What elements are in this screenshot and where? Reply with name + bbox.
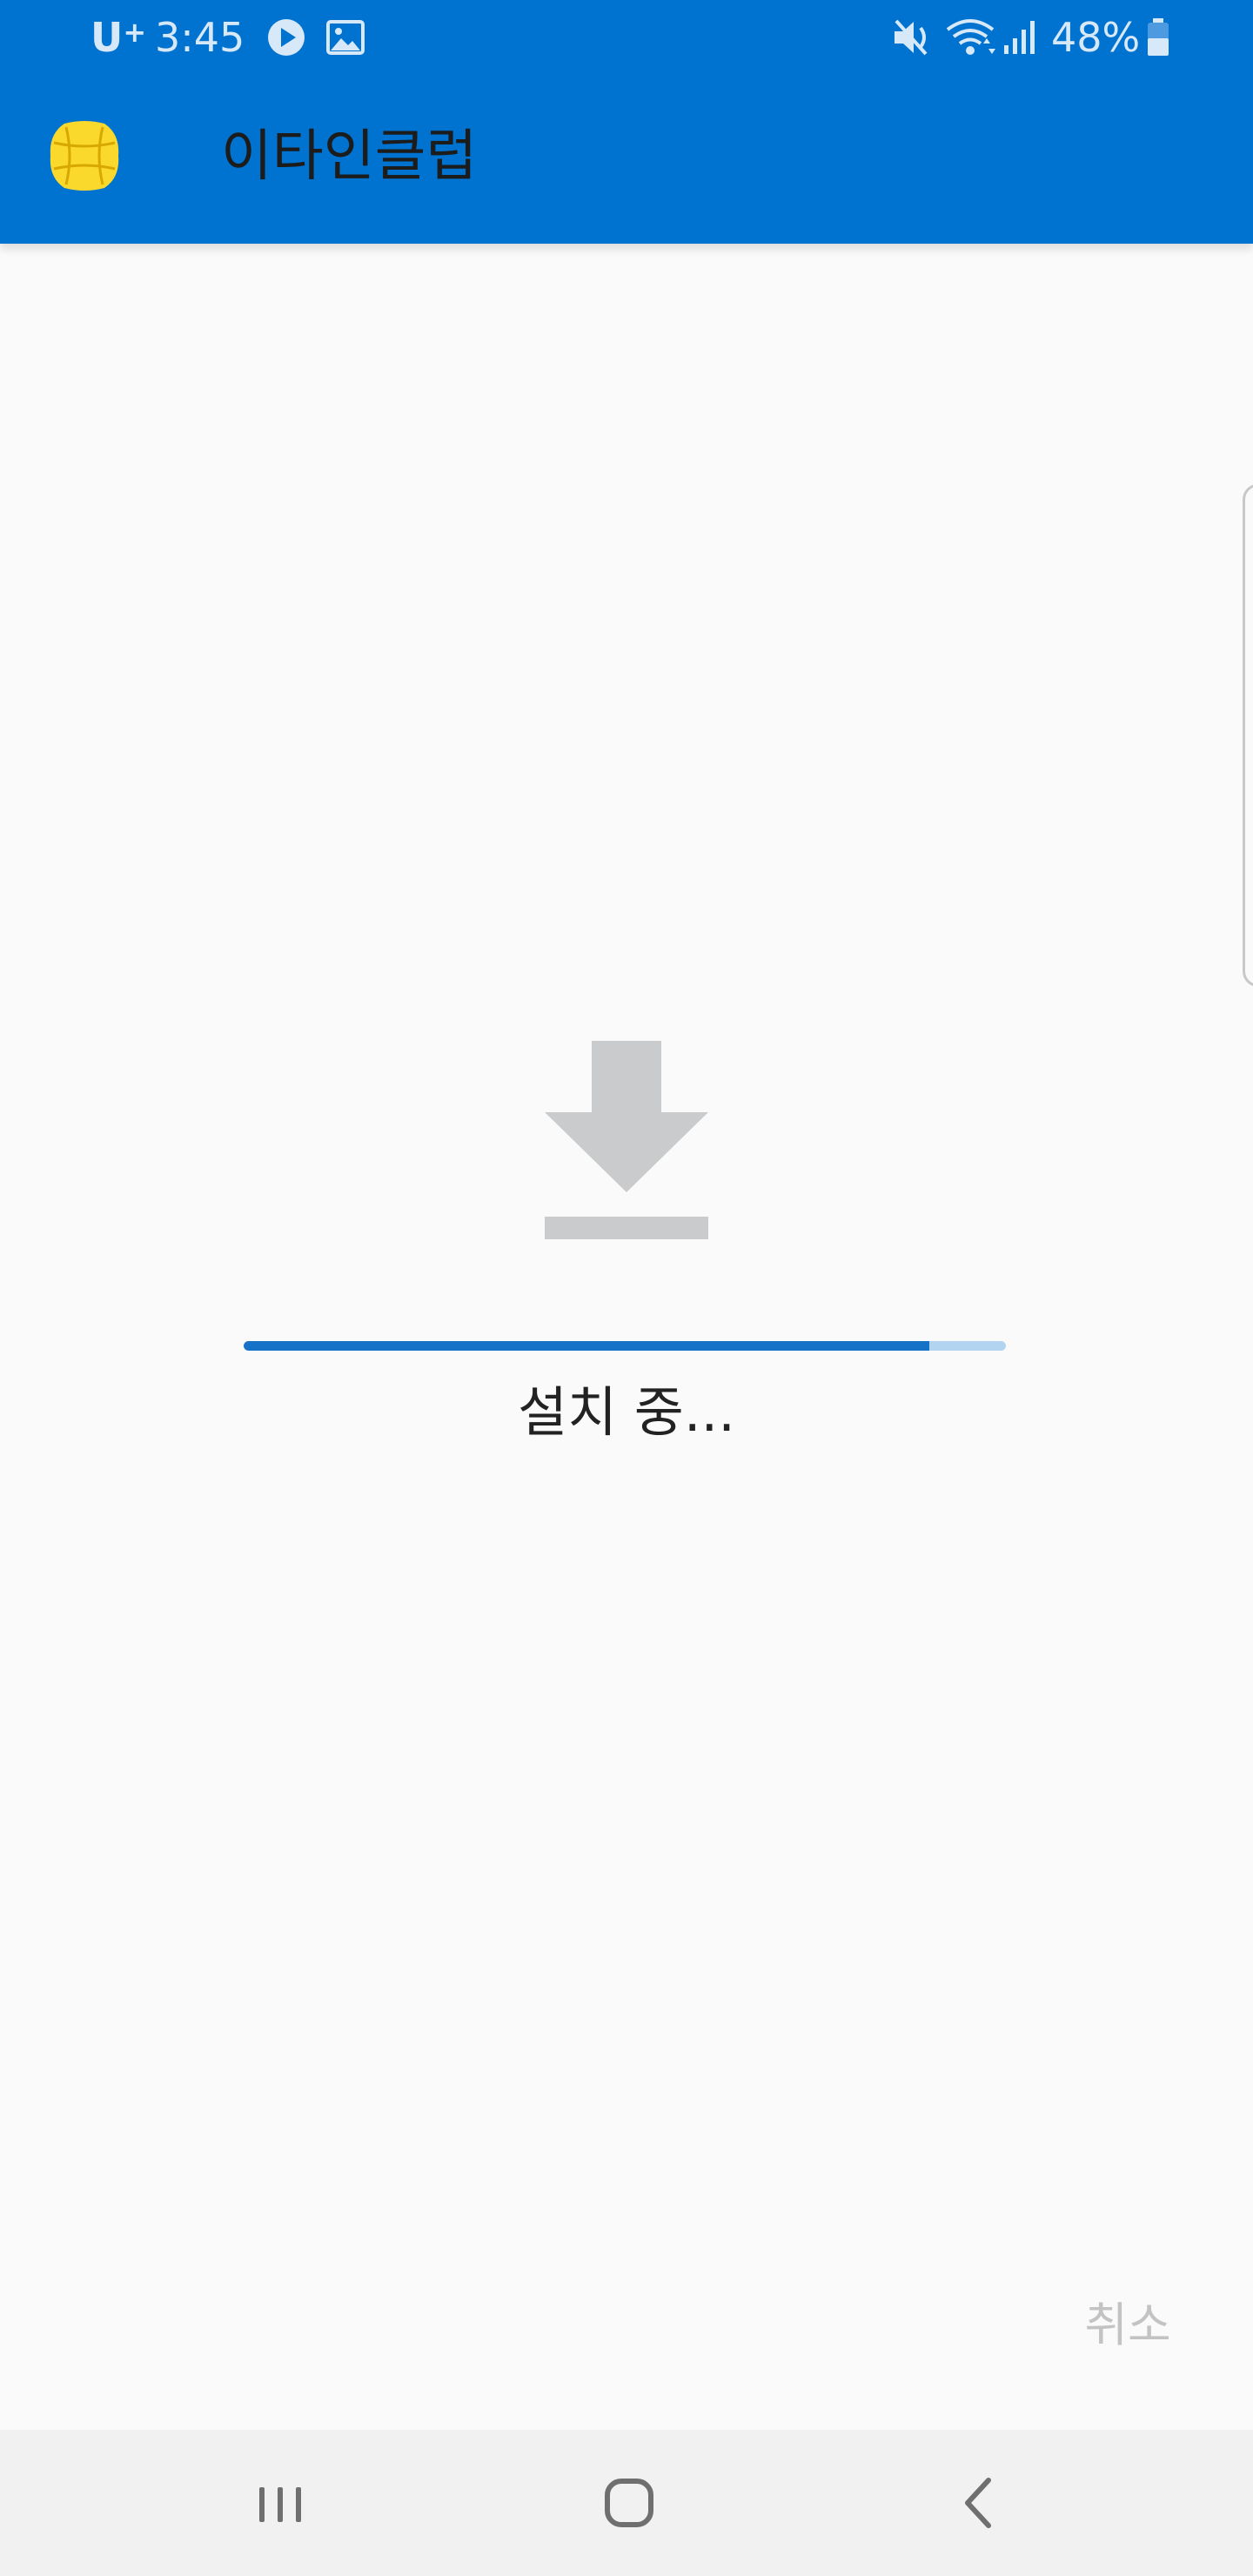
install-status-text: 설치 중... <box>518 1380 735 1444</box>
back-icon[interactable] <box>936 2459 1023 2546</box>
carrier-label: U+ <box>90 14 147 61</box>
wifi-icon <box>946 19 995 55</box>
cancel-button[interactable]: 취소 <box>1067 2289 1189 2362</box>
install-progress-fill <box>244 1341 930 1351</box>
app-title: 이타인클럽 <box>221 124 478 189</box>
recent-apps-icon[interactable] <box>237 2459 324 2546</box>
image-icon <box>326 20 365 55</box>
status-time: 3:45 <box>155 14 245 61</box>
app-logo-icon[interactable] <box>47 118 122 193</box>
navigation-bar <box>0 2430 1253 2576</box>
edge-panel-handle[interactable] <box>1243 484 1253 987</box>
battery-icon <box>1148 18 1169 56</box>
app-bar: 이타인클럽 <box>0 75 1253 244</box>
battery-percent: 48% <box>1051 14 1141 61</box>
mute-icon <box>895 19 928 56</box>
play-icon <box>268 19 305 56</box>
home-icon[interactable] <box>586 2459 673 2546</box>
install-progress-bar <box>244 1341 1006 1351</box>
signal-icon <box>1004 21 1035 54</box>
status-bar: U+ 3:45 48% <box>0 0 1253 75</box>
download-icon <box>545 1041 708 1239</box>
